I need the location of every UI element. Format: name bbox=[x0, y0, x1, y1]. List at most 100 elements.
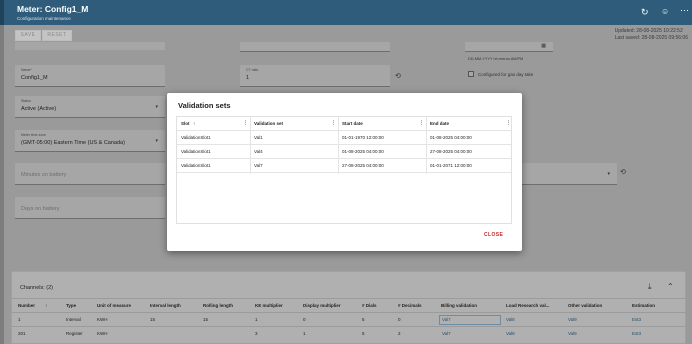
cell-unit: KWH bbox=[97, 317, 108, 322]
col-rolling[interactable]: Rolling length bbox=[203, 303, 233, 308]
col-billing[interactable]: Billing validation bbox=[441, 303, 477, 308]
field-top-mid bbox=[240, 42, 390, 52]
cell-other-link[interactable]: Val9 bbox=[568, 331, 577, 336]
cell-decimals: 2 bbox=[398, 331, 401, 336]
cell-slot: ValidationSlot1 bbox=[181, 149, 211, 154]
status-value: Active (Active) bbox=[21, 106, 57, 112]
table-row[interactable]: ValidationSlot1 Val7 27-08-2025 04:00:00… bbox=[177, 159, 511, 173]
history-icon[interactable]: ⟲ bbox=[620, 168, 626, 176]
col-display[interactable]: Display multiplier bbox=[303, 303, 341, 308]
timezone-select[interactable]: Meter time zone (GMT-05:00) Eastern Time… bbox=[15, 130, 165, 152]
save-status: Updated: 28-08-2025 10:22:52 Last saved:… bbox=[615, 28, 688, 42]
column-menu-icon[interactable]: ⋮ bbox=[506, 120, 511, 126]
col-load-research[interactable]: Load Research val... bbox=[506, 303, 550, 308]
download-icon[interactable]: ⤓ bbox=[648, 282, 652, 292]
col-decimals[interactable]: # Decimals bbox=[398, 303, 422, 308]
column-menu-icon[interactable]: ⋮ bbox=[243, 120, 248, 126]
timezone-value: (GMT-05:00) Eastern Time (US & Canada) bbox=[21, 140, 125, 146]
cell-interval: 15 bbox=[150, 317, 156, 322]
cell-unit: KWH bbox=[97, 331, 108, 336]
close-button[interactable]: CLOSE bbox=[484, 232, 503, 238]
channels-header-row: Number ↑ Type Unit of measure Interval l… bbox=[12, 298, 687, 312]
cell-decimals: 0 bbox=[398, 317, 401, 322]
cell-display: 1 bbox=[303, 331, 306, 336]
cell-other-link[interactable]: Val9 bbox=[568, 317, 577, 322]
col-unit[interactable]: Unit of measure bbox=[97, 303, 131, 308]
field-top-left bbox=[15, 42, 165, 50]
cell-validation-set: Val7 bbox=[254, 163, 263, 168]
cell-load-research-link[interactable]: Val8 bbox=[506, 317, 515, 322]
timezone-label: Meter time zone bbox=[21, 133, 47, 137]
table-row[interactable]: ValidationSlot1 Val4 01-08-2025 04:00:00… bbox=[177, 145, 511, 159]
col-slot[interactable]: Slot bbox=[181, 121, 190, 126]
right-select[interactable]: ▾ bbox=[522, 163, 617, 185]
chevron-down-icon: ▾ bbox=[155, 138, 158, 144]
cell-start-date: 01-01-1970 12:00:00 bbox=[342, 135, 384, 140]
validation-sets-dialog: Validation sets Slot ↑ ⋮ Validation set … bbox=[167, 93, 522, 251]
channels-table: Number ↑ Type Unit of measure Interval l… bbox=[12, 298, 687, 340]
refresh-icon[interactable]: ↻ bbox=[641, 7, 649, 18]
name-field[interactable]: Name* Config1_M bbox=[15, 65, 165, 87]
cell-type: Interval bbox=[66, 317, 81, 322]
col-start-date[interactable]: Start date bbox=[342, 121, 363, 126]
col-other[interactable]: Other validation bbox=[568, 303, 602, 308]
date-format-hint: DD-MM-YYYY hh:mm:ss AM/PM bbox=[468, 57, 524, 61]
account-icon[interactable]: ☺ bbox=[661, 7, 669, 16]
ct-ratio-field[interactable]: CT ratio 1 bbox=[240, 65, 390, 87]
cell-billing-link[interactable]: Val7 bbox=[442, 331, 451, 336]
ct-ratio-label: CT ratio bbox=[246, 68, 259, 72]
page-subtitle: Configuration maintenance bbox=[17, 16, 71, 21]
cell-ke: 1 bbox=[255, 317, 258, 322]
name-value: Config1_M bbox=[21, 75, 48, 81]
sort-asc-icon[interactable]: ↑ bbox=[45, 303, 47, 308]
table-row[interactable]: 1 Interval KWH 15 15 1 0 5 0 Val7 Val8 V… bbox=[12, 312, 687, 326]
col-number[interactable]: Number bbox=[18, 303, 35, 308]
cell-end-date: 01-01-2071 12:00:00 bbox=[430, 163, 472, 168]
cell-number: 201 bbox=[18, 331, 26, 336]
more-icon[interactable]: ⋯ bbox=[680, 5, 689, 16]
col-interval[interactable]: Interval length bbox=[150, 303, 181, 308]
col-validation-set[interactable]: Validation set bbox=[254, 121, 283, 126]
gas-day-checkbox[interactable] bbox=[468, 71, 474, 77]
calendar-icon[interactable]: ▦ bbox=[541, 43, 546, 49]
channels-section: Channels: (2) ⤓ ⌃ Number ↑ Type Unit of … bbox=[11, 271, 687, 344]
cell-estimation-link[interactable]: Est3 bbox=[632, 331, 641, 336]
sort-asc-icon[interactable]: ↑ bbox=[193, 121, 195, 126]
cell-billing-link[interactable]: Val7 bbox=[442, 317, 451, 322]
table-row[interactable]: ValidationSlot1 Val1 01-01-1970 12:00:00… bbox=[177, 131, 511, 145]
dialog-title: Validation sets bbox=[178, 101, 231, 110]
days-on-battery-field[interactable]: Days on battery bbox=[15, 197, 165, 219]
col-estimation[interactable]: Estimation bbox=[632, 303, 655, 308]
column-menu-icon[interactable]: ⋮ bbox=[331, 120, 336, 126]
updated-timestamp: Updated: 28-08-2025 10:22:52 bbox=[614, 28, 683, 34]
save-button[interactable]: SAVE bbox=[15, 30, 41, 41]
col-ke[interactable]: KE multiplier bbox=[255, 303, 283, 308]
cell-number: 1 bbox=[18, 317, 21, 322]
cell-start-date: 01-08-2025 04:00:00 bbox=[342, 149, 384, 154]
status-select[interactable]: Status Active (Active) ▾ bbox=[15, 96, 165, 118]
col-dials[interactable]: # Dials bbox=[362, 303, 377, 308]
column-menu-icon[interactable]: ⋮ bbox=[419, 120, 424, 126]
col-type[interactable]: Type bbox=[66, 303, 76, 308]
cell-display: 0 bbox=[303, 317, 306, 322]
cell-validation-set: Val4 bbox=[254, 149, 263, 154]
cell-end-date: 27-08-2025 04:00:00 bbox=[430, 149, 472, 154]
col-end-date[interactable]: End date bbox=[430, 121, 449, 126]
date-field[interactable]: ▦ bbox=[465, 42, 553, 52]
cell-load-research-link[interactable]: Val8 bbox=[506, 331, 515, 336]
collapse-icon[interactable]: ⌃ bbox=[667, 282, 674, 291]
app-header: Meter: Config1_M Configuration maintenan… bbox=[0, 0, 692, 25]
gas-day-label: Configured for gas day take bbox=[478, 72, 534, 77]
table-row[interactable]: 201 Register KWH 3 1 5 2 Val7 Val8 Val9 … bbox=[12, 326, 687, 340]
history-icon[interactable]: ⟲ bbox=[395, 72, 401, 80]
chevron-down-icon: ▾ bbox=[155, 104, 158, 110]
cell-start-date: 27-08-2025 04:00:00 bbox=[342, 163, 384, 168]
cell-estimation-link[interactable]: Est3 bbox=[632, 317, 641, 322]
minutes-on-battery-placeholder: Minutes on battery bbox=[21, 172, 67, 178]
reset-button[interactable]: RESET bbox=[42, 30, 72, 41]
minutes-on-battery-field[interactable]: Minutes on battery bbox=[15, 163, 165, 185]
status-label: Status bbox=[21, 99, 31, 103]
cell-type: Register bbox=[66, 331, 83, 336]
cell-ke: 3 bbox=[255, 331, 258, 336]
chevron-down-icon: ▾ bbox=[607, 171, 610, 177]
